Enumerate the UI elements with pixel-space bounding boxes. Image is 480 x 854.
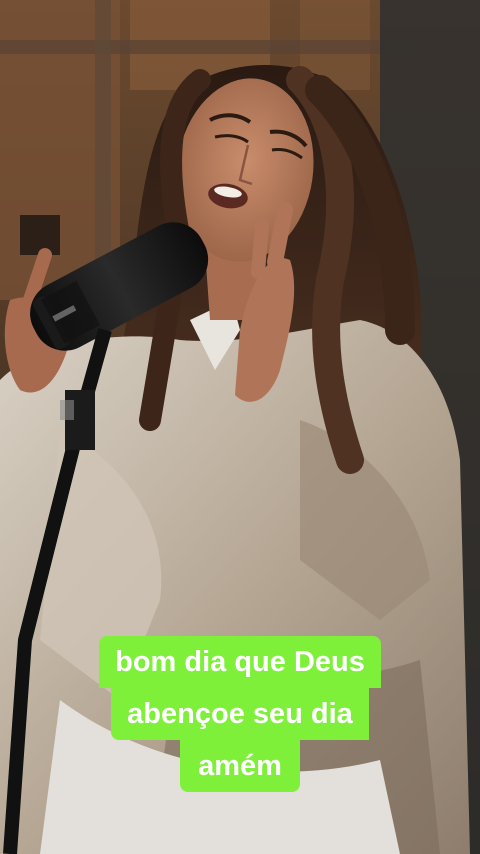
caption-line-2: abençoe seu dia [111, 688, 369, 740]
video-frame: bom dia que Deus abençoe seu dia amém [0, 0, 480, 854]
caption: bom dia que Deus abençoe seu dia amém [0, 636, 480, 792]
caption-line-1: bom dia que Deus [99, 636, 381, 688]
caption-line-3: amém [180, 740, 300, 792]
